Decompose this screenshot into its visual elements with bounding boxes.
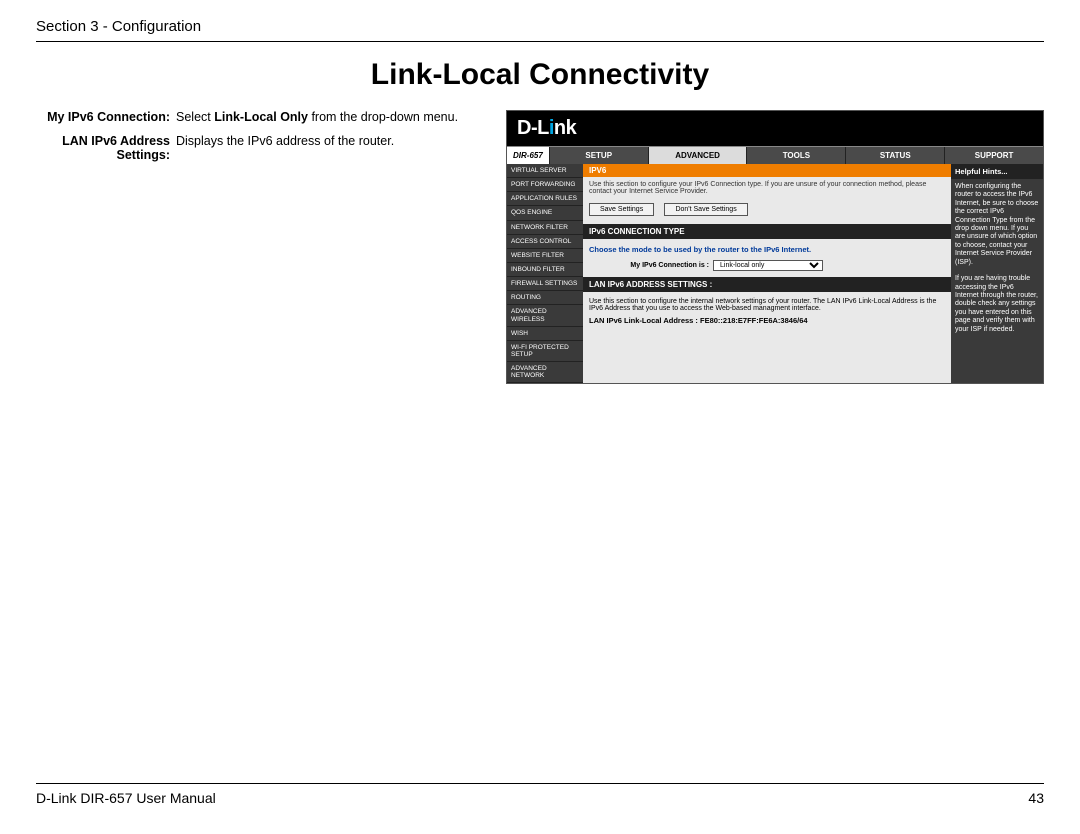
nav-item[interactable]: WI-FI PROTECTED SETUP — [507, 341, 583, 362]
conn-type-select[interactable]: Link-local only — [713, 260, 823, 271]
nav-item[interactable]: ACCESS CONTROL — [507, 235, 583, 249]
router-screenshot: D-Link DIR-657 SETUP ADVANCED TOOLS STAT… — [506, 110, 1044, 384]
nav-item[interactable]: NETWORK FILTER — [507, 221, 583, 235]
definition-text: Displays the IPv6 address of the router. — [176, 134, 496, 162]
section-body: Use this section to configure the intern… — [583, 292, 951, 331]
tab-support[interactable]: SUPPORT — [944, 147, 1043, 164]
hints-p1: When configuring the router to access th… — [955, 183, 1039, 267]
mode-text: Choose the mode to be used by the router… — [589, 245, 945, 254]
helpful-hints: Helpful Hints... When configuring the ro… — [951, 164, 1043, 383]
nav-item[interactable]: APPLICATION RULES — [507, 192, 583, 206]
section-header-conn-type: IPv6 CONNECTION TYPE — [583, 224, 951, 239]
footer-manual: D-Link DIR-657 User Manual — [36, 790, 216, 806]
nav-item[interactable]: QOS ENGINE — [507, 206, 583, 220]
nav-item[interactable]: PORT FORWARDING — [507, 178, 583, 192]
hints-header: Helpful Hints... — [951, 164, 1043, 179]
definition-row: My IPv6 Connection: Select Link-Local On… — [36, 110, 496, 124]
router-banner: D-Link — [507, 111, 1043, 146]
section-header-lan: LAN IPv6 ADDRESS SETTINGS : — [583, 277, 951, 292]
definition-text: Select Link-Local Only from the drop-dow… — [176, 110, 496, 124]
hints-p2: If you are having trouble accessing the … — [955, 275, 1039, 334]
definition-row: LAN IPv6 Address Settings: Displays the … — [36, 134, 496, 162]
router-tabs: DIR-657 SETUP ADVANCED TOOLS STATUS SUPP… — [507, 146, 1043, 164]
page-crumb: IPV6 — [583, 164, 951, 177]
dlink-logo: D-Link — [517, 117, 576, 139]
dont-save-button[interactable]: Don't Save Settings — [664, 203, 747, 216]
lan-address-line: LAN IPv6 Link-Local Address : FE80::218:… — [589, 316, 945, 325]
nav-item[interactable]: VIRTUAL SERVER — [507, 164, 583, 178]
nav-item[interactable]: FIREWALL SETTINGS — [507, 277, 583, 291]
lan-addr-value: FE80::218:E7FF:FE6A:3846/64 — [700, 316, 808, 325]
definition-label: My IPv6 Connection: — [36, 110, 176, 124]
tab-setup[interactable]: SETUP — [549, 147, 648, 164]
button-row: Save Settings Don't Save Settings — [583, 199, 951, 224]
section-header: Section 3 - Configuration — [36, 18, 1044, 42]
page-title: Link-Local Connectivity — [36, 58, 1044, 92]
nav-item[interactable]: ROUTING — [507, 291, 583, 305]
instruction-text: Use this section to configure your IPv6 … — [583, 177, 951, 199]
footer-page: 43 — [1028, 790, 1044, 806]
conn-field-label: My IPv6 Connection is : — [589, 262, 709, 269]
definition-label: LAN IPv6 Address Settings: — [36, 134, 176, 162]
tab-advanced[interactable]: ADVANCED — [648, 147, 747, 164]
def-text-pre: Select — [176, 110, 214, 124]
definition-list: My IPv6 Connection: Select Link-Local On… — [36, 110, 496, 384]
lan-addr-label: LAN IPv6 Link-Local Address : — [589, 316, 700, 325]
def-text-pre: Displays the IPv6 address of the router. — [176, 134, 394, 148]
nav-item[interactable]: WEBSITE FILTER — [507, 249, 583, 263]
tab-status[interactable]: STATUS — [845, 147, 944, 164]
hints-body: When configuring the router to access th… — [951, 179, 1043, 338]
model-label: DIR-657 — [507, 147, 549, 164]
save-button[interactable]: Save Settings — [589, 203, 654, 216]
page-footer: D-Link DIR-657 User Manual 43 — [36, 783, 1044, 806]
router-main: IPV6 Use this section to configure your … — [583, 164, 951, 383]
nav-item[interactable]: ADVANCED WIRELESS — [507, 305, 583, 326]
section-body: Choose the mode to be used by the router… — [583, 239, 951, 277]
def-text-post: from the drop-down menu. — [308, 110, 458, 124]
router-sidenav: VIRTUAL SERVER PORT FORWARDING APPLICATI… — [507, 164, 583, 383]
tab-tools[interactable]: TOOLS — [746, 147, 845, 164]
nav-item[interactable]: INBOUND FILTER — [507, 263, 583, 277]
nav-item[interactable]: ADVANCED NETWORK — [507, 362, 583, 383]
lan-note: Use this section to configure the intern… — [589, 298, 945, 312]
def-text-bold: Link-Local Only — [214, 110, 308, 124]
nav-item[interactable]: WISH — [507, 327, 583, 341]
